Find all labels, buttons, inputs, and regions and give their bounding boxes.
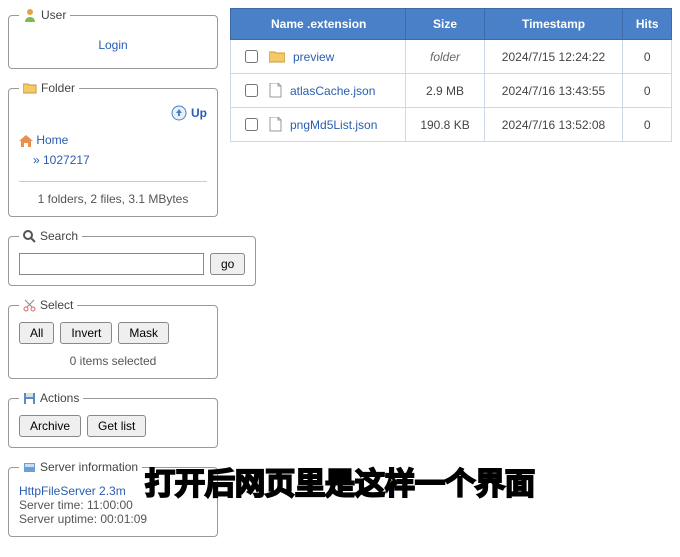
getlist-button[interactable]: Get list xyxy=(87,415,146,437)
breadcrumb-path[interactable]: » 1027217 xyxy=(33,153,90,167)
disk-icon xyxy=(23,392,36,405)
table-row: pngMd5List.json 190.8 KB2024/7/16 13:52:0… xyxy=(231,108,672,142)
cell-timestamp: 2024/7/16 13:52:08 xyxy=(484,108,623,142)
file-icon xyxy=(269,117,282,132)
file-table: Name .extension Size Timestamp Hits prev… xyxy=(230,8,672,142)
select-all-button[interactable]: All xyxy=(19,322,54,344)
folder-icon xyxy=(269,50,285,63)
search-input[interactable] xyxy=(19,253,204,275)
actions-legend: Actions xyxy=(19,391,83,405)
archive-button[interactable]: Archive xyxy=(19,415,81,437)
table-row: preview folder2024/7/15 12:24:220 xyxy=(231,40,672,74)
file-link[interactable]: preview xyxy=(293,50,334,64)
search-panel: Search go xyxy=(8,229,256,286)
up-arrow-icon xyxy=(171,105,187,121)
cell-hits: 0 xyxy=(623,108,672,142)
cell-hits: 0 xyxy=(623,74,672,108)
user-panel: User Login xyxy=(8,8,218,69)
file-link[interactable]: pngMd5List.json xyxy=(290,118,377,132)
home-icon xyxy=(19,135,33,147)
server-uptime: Server uptime: 00:01:09 xyxy=(19,512,207,526)
selection-count: 0 items selected xyxy=(19,354,207,368)
select-mask-button[interactable]: Mask xyxy=(118,322,169,344)
search-icon xyxy=(23,230,36,243)
row-checkbox[interactable] xyxy=(245,118,258,131)
login-link[interactable]: Login xyxy=(98,38,127,52)
server-legend: Server information xyxy=(19,460,142,474)
breadcrumb-home[interactable]: Home xyxy=(19,133,68,147)
server-time: Server time: 11:00:00 xyxy=(19,498,207,512)
folder-open-icon xyxy=(23,82,37,94)
cell-timestamp: 2024/7/15 12:24:22 xyxy=(484,40,623,74)
cell-size: 190.8 KB xyxy=(406,108,484,142)
cell-size: folder xyxy=(406,40,484,74)
cell-timestamp: 2024/7/16 13:43:55 xyxy=(484,74,623,108)
col-name[interactable]: Name .extension xyxy=(231,9,406,40)
user-icon xyxy=(23,8,37,22)
col-timestamp[interactable]: Timestamp xyxy=(484,9,623,40)
table-row: atlasCache.json 2.9 MB2024/7/16 13:43:550 xyxy=(231,74,672,108)
row-checkbox[interactable] xyxy=(245,84,258,97)
col-hits[interactable]: Hits xyxy=(623,9,672,40)
folder-legend: Folder xyxy=(19,81,79,95)
user-legend: User xyxy=(19,8,70,22)
file-icon xyxy=(269,83,282,98)
server-icon xyxy=(23,461,36,474)
scissors-icon xyxy=(23,299,36,312)
folder-panel: Folder Up Home » 1027217 1 folders, 2 fi… xyxy=(8,81,218,217)
search-legend: Search xyxy=(19,229,82,243)
up-link[interactable]: Up xyxy=(171,105,207,121)
server-version-link[interactable]: HttpFileServer 2.3m xyxy=(19,484,207,498)
select-legend: Select xyxy=(19,298,77,312)
col-size[interactable]: Size xyxy=(406,9,484,40)
file-link[interactable]: atlasCache.json xyxy=(290,84,375,98)
select-panel: Select All Invert Mask 0 items selected xyxy=(8,298,218,379)
folder-stats: 1 folders, 2 files, 3.1 MBytes xyxy=(19,181,207,206)
select-invert-button[interactable]: Invert xyxy=(60,322,112,344)
actions-panel: Actions Archive Get list xyxy=(8,391,218,448)
cell-size: 2.9 MB xyxy=(406,74,484,108)
row-checkbox[interactable] xyxy=(245,50,258,63)
cell-hits: 0 xyxy=(623,40,672,74)
server-info-panel: Server information HttpFileServer 2.3m S… xyxy=(8,460,218,537)
